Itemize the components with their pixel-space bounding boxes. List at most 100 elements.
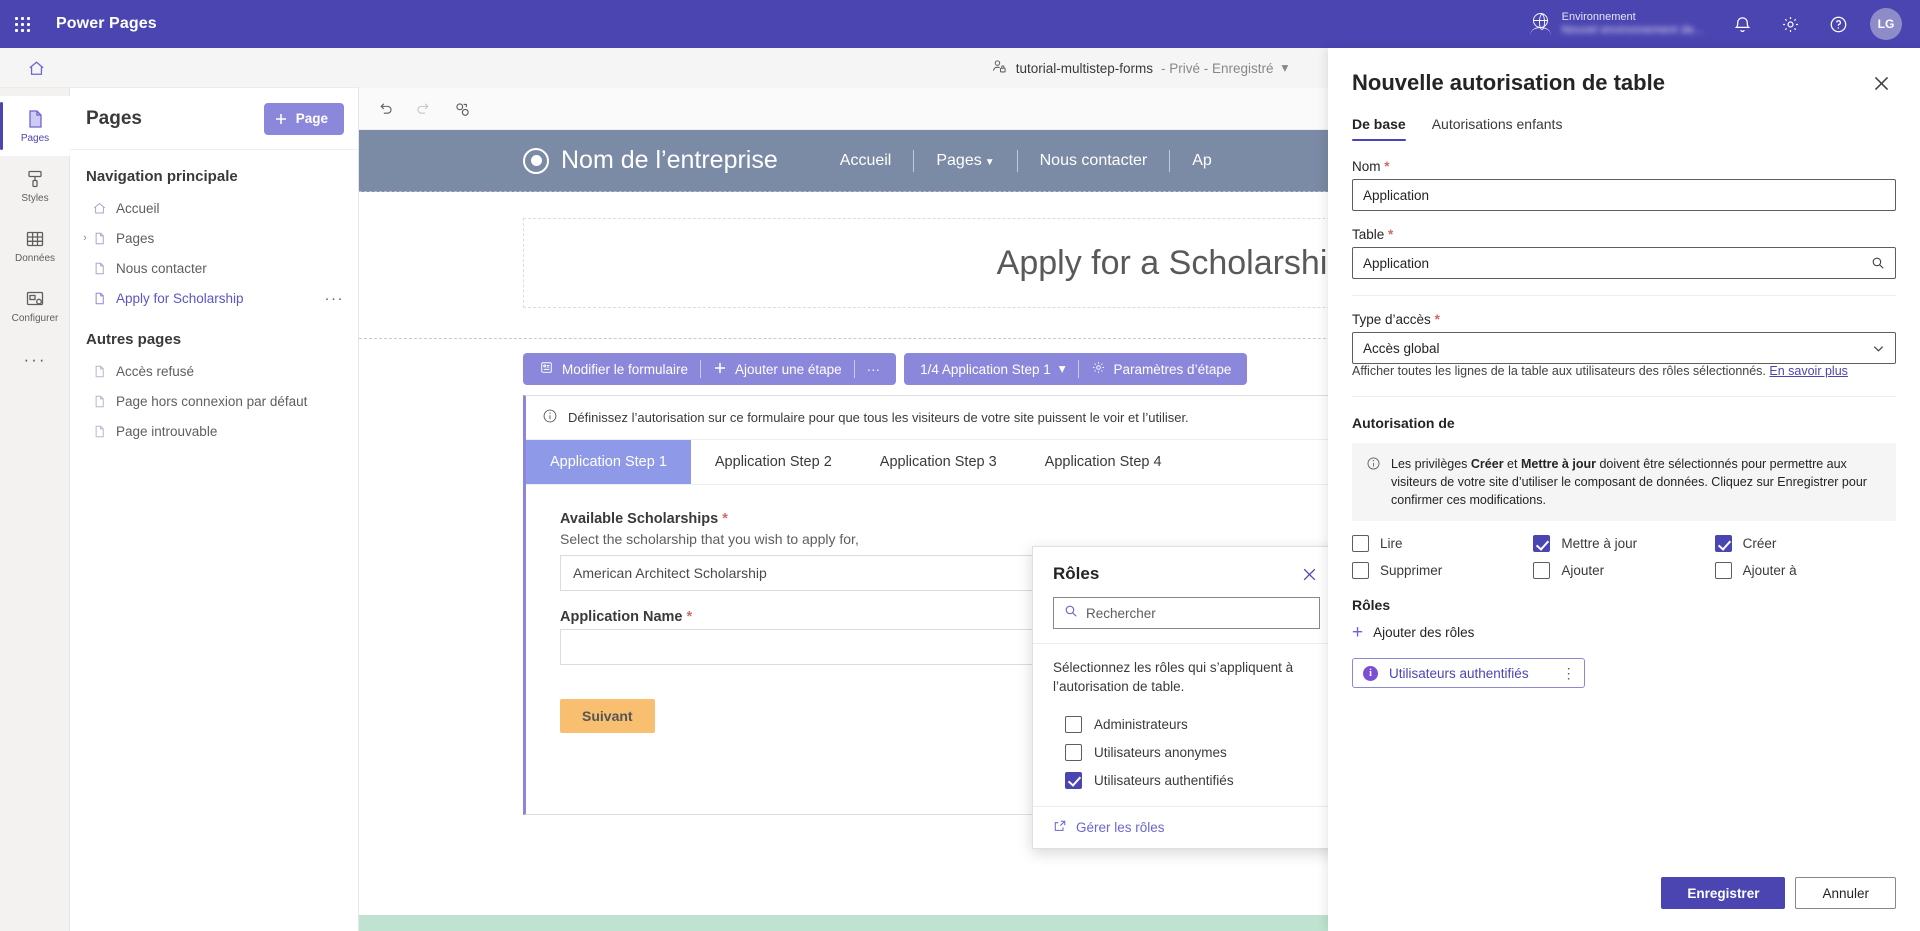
nav-item-accueil[interactable]: Accueil bbox=[70, 193, 358, 223]
nav-item-page-introuvable[interactable]: Page introuvable bbox=[70, 416, 358, 446]
checkbox[interactable] bbox=[1352, 535, 1369, 552]
rail-label: Données bbox=[15, 254, 55, 264]
nav-item-more-icon[interactable]: ··· bbox=[325, 290, 345, 307]
role-label: Administrateurs bbox=[1094, 717, 1188, 732]
undo-icon[interactable] bbox=[369, 93, 401, 125]
step-tab-1[interactable]: Application Step 1 bbox=[526, 440, 691, 484]
checkbox[interactable] bbox=[1533, 562, 1550, 579]
access-type-select[interactable]: Accès global bbox=[1352, 332, 1896, 364]
nav-item-page-hors-connexion[interactable]: Page hors connexion par défaut bbox=[70, 386, 358, 416]
learn-more-link[interactable]: En savoir plus bbox=[1769, 364, 1848, 378]
bell-icon[interactable] bbox=[1718, 0, 1766, 48]
step-tab-3[interactable]: Application Step 3 bbox=[856, 440, 1021, 484]
rail-item-configurer[interactable]: Configurer bbox=[0, 276, 70, 336]
role-checkbox-utilisateurs-authentifies[interactable]: Utilisateurs authentifiés bbox=[1053, 766, 1318, 794]
avatar[interactable]: LG bbox=[1862, 0, 1910, 48]
checkbox[interactable] bbox=[1065, 772, 1082, 789]
home-icon bbox=[92, 201, 116, 216]
roles-search-box[interactable] bbox=[1053, 597, 1320, 629]
app-launcher-icon[interactable] bbox=[0, 0, 44, 48]
close-icon[interactable] bbox=[1866, 68, 1896, 98]
company-name: Nom de l’entreprise bbox=[561, 146, 778, 175]
add-page-button[interactable]: Page bbox=[264, 103, 344, 135]
nav-item-label: Page hors connexion par défaut bbox=[116, 394, 307, 409]
form-overflow-icon[interactable]: ··· bbox=[855, 353, 893, 385]
sync-icon[interactable] bbox=[445, 93, 477, 125]
info-icon bbox=[542, 408, 558, 427]
edit-form-button[interactable]: Modifier le formulaire bbox=[527, 353, 700, 385]
question-mark-icon[interactable] bbox=[1814, 0, 1862, 48]
name-field[interactable]: Application bbox=[1352, 179, 1896, 211]
divider bbox=[1352, 295, 1896, 296]
close-icon[interactable] bbox=[1296, 561, 1322, 587]
chevron-down-icon[interactable] bbox=[1872, 342, 1885, 355]
nav-item-nous-contacter[interactable]: Nous contacter bbox=[70, 253, 358, 283]
chevron-down-icon[interactable]: ▾ bbox=[1282, 60, 1289, 76]
nav-item-acces-refuse[interactable]: Accès refusé bbox=[70, 356, 358, 386]
pages-panel-header: Pages Page bbox=[70, 88, 358, 150]
step-settings-button[interactable]: Paramètres d’étape bbox=[1079, 353, 1244, 385]
add-step-button[interactable]: Ajouter une étape bbox=[701, 353, 854, 385]
chevron-right-icon[interactable]: › bbox=[78, 232, 92, 244]
search-icon bbox=[1064, 604, 1078, 623]
permission-creer[interactable]: Créer bbox=[1715, 535, 1896, 552]
checkbox[interactable] bbox=[1715, 562, 1732, 579]
role-chip-utilisateurs-authentifies[interactable]: i Utilisateurs authentifiés ⋮ bbox=[1352, 658, 1585, 688]
role-checkbox-utilisateurs-anonymes[interactable]: Utilisateurs anonymes bbox=[1053, 738, 1318, 766]
next-button[interactable]: Suivant bbox=[560, 699, 655, 733]
rail-item-donnees[interactable]: Données bbox=[0, 216, 70, 276]
nav-item-apply-for-scholarship[interactable]: Apply for Scholarship ··· bbox=[70, 283, 358, 313]
checkbox[interactable] bbox=[1065, 744, 1082, 761]
search-icon[interactable] bbox=[1871, 256, 1885, 270]
save-button[interactable]: Enregistrer bbox=[1661, 877, 1785, 909]
site-selector[interactable]: tutorial-multistep-forms - Privé - Enreg… bbox=[991, 58, 1289, 78]
page-icon bbox=[92, 261, 116, 276]
nav-item-label: Page introuvable bbox=[116, 424, 217, 439]
site-nav-apply[interactable]: Ap bbox=[1170, 152, 1234, 170]
brand-title: Power Pages bbox=[56, 15, 157, 33]
roles-search-input[interactable] bbox=[1086, 606, 1309, 621]
checkbox[interactable] bbox=[1352, 562, 1369, 579]
permission-ajouter[interactable]: Ajouter bbox=[1533, 562, 1714, 579]
nav-item-label: Accès refusé bbox=[116, 364, 194, 379]
hero-title: Apply for a Scholarship bbox=[997, 244, 1347, 283]
more-vertical-icon[interactable]: ⋮ bbox=[1562, 665, 1576, 682]
add-roles-button[interactable]: + Ajouter des rôles bbox=[1352, 623, 1896, 642]
name-value: Application bbox=[1363, 188, 1885, 203]
home-icon[interactable] bbox=[18, 48, 54, 88]
table-field[interactable]: Application bbox=[1352, 247, 1896, 279]
rail-more-icon[interactable]: ··· bbox=[0, 336, 70, 384]
tab-autorisations-enfants[interactable]: Autorisations enfants bbox=[1432, 116, 1563, 141]
site-nav-nous-contacter[interactable]: Nous contacter bbox=[1018, 152, 1170, 170]
step-tab-4[interactable]: Application Step 4 bbox=[1021, 440, 1186, 484]
environment-selector[interactable]: Environnement Nouvel environnement de... bbox=[1530, 11, 1704, 36]
checkbox[interactable] bbox=[1715, 535, 1732, 552]
plus-icon bbox=[713, 361, 727, 378]
role-checkbox-administrateurs[interactable]: Administrateurs bbox=[1053, 710, 1318, 738]
rail-item-pages[interactable]: Pages bbox=[0, 96, 70, 156]
nav-item-pages[interactable]: › Pages bbox=[70, 223, 358, 253]
permission-supprimer[interactable]: Supprimer bbox=[1352, 562, 1533, 579]
tab-de-base[interactable]: De base bbox=[1352, 116, 1406, 141]
step-selector[interactable]: 1/4 Application Step 1 ▾ bbox=[908, 353, 1077, 385]
plus-icon: + bbox=[1352, 623, 1363, 642]
checkbox[interactable] bbox=[1065, 716, 1082, 733]
rail-item-styles[interactable]: Styles bbox=[0, 156, 70, 216]
redo-icon[interactable] bbox=[407, 93, 439, 125]
step-selector-label: 1/4 Application Step 1 bbox=[920, 362, 1051, 377]
permission-label: Mettre à jour bbox=[1561, 536, 1637, 551]
permission-ajouter-a[interactable]: Ajouter à bbox=[1715, 562, 1896, 579]
permission-mettre-a-jour[interactable]: Mettre à jour bbox=[1533, 535, 1714, 552]
cancel-button[interactable]: Annuler bbox=[1795, 877, 1896, 909]
gear-icon[interactable] bbox=[1766, 0, 1814, 48]
checkbox[interactable] bbox=[1533, 535, 1550, 552]
table-permission-panel: Nouvelle autorisation de table De base A… bbox=[1328, 48, 1920, 931]
site-nav-accueil[interactable]: Accueil bbox=[818, 152, 914, 170]
site-nav-pages[interactable]: Pages▼ bbox=[914, 152, 1016, 170]
rail-label: Styles bbox=[21, 194, 48, 204]
roles-flyout: Rôles Sélectionnez les rôles qui s’appli… bbox=[1032, 546, 1337, 849]
step-tab-2[interactable]: Application Step 2 bbox=[691, 440, 856, 484]
manage-roles-link[interactable]: Gérer les rôles bbox=[1053, 819, 1318, 836]
permission-lire[interactable]: Lire bbox=[1352, 535, 1533, 552]
access-type-label: Type d’accès * bbox=[1352, 312, 1896, 327]
